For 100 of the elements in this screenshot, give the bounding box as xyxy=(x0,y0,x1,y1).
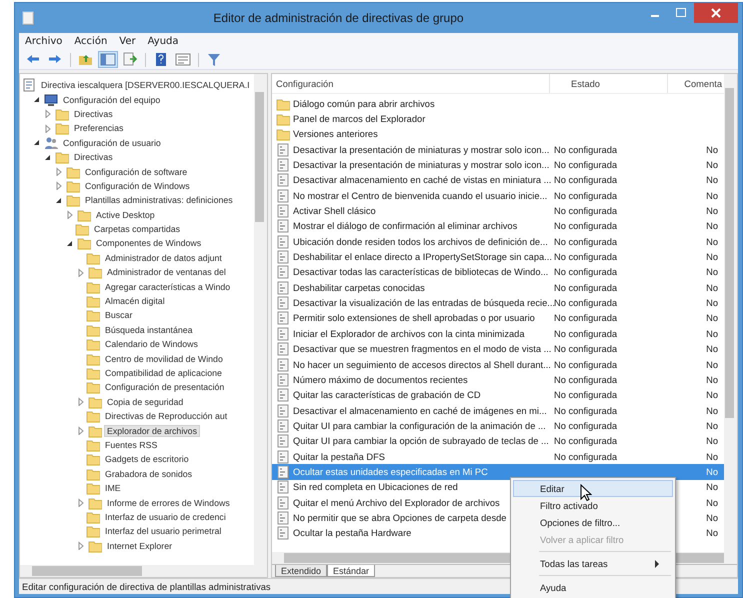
tree-item[interactable]: Active Desktop xyxy=(94,210,157,220)
folder-icon xyxy=(75,222,89,236)
setting-icon xyxy=(276,388,290,402)
setting-icon xyxy=(276,219,290,234)
tree-item[interactable]: Agregar características a Windo xyxy=(103,282,232,292)
table-cell: Quitar el menú Archivo del Explorador de archivos xyxy=(293,498,500,508)
expand-arrow-icon[interactable] xyxy=(76,498,85,508)
tree-item[interactable]: Gadgets de escritorio xyxy=(103,454,191,464)
tree-item[interactable]: Buscar xyxy=(103,310,134,320)
collapse-arrow-icon[interactable] xyxy=(32,95,41,104)
table-cell: No configurada xyxy=(554,267,618,278)
menu-item[interactable]: Todas las tareas xyxy=(513,555,673,572)
scrollbar[interactable] xyxy=(724,74,737,552)
collapse-arrow-icon[interactable] xyxy=(32,138,41,148)
table-cell: No configurada xyxy=(554,406,618,416)
tree-item[interactable]: Configuración de software xyxy=(83,166,190,177)
tree-item[interactable]: Explorador de archivos xyxy=(105,426,199,436)
expand-arrow-icon[interactable] xyxy=(43,124,52,133)
tree-item[interactable]: Configuración de usuario xyxy=(61,138,163,148)
tree-item[interactable]: Interfaz del usuario perimetral xyxy=(103,526,224,536)
scrollbar[interactable] xyxy=(20,565,267,577)
app-icon xyxy=(21,11,35,25)
tree-item[interactable]: Grabadora de sonidos xyxy=(103,468,194,479)
table-cell: No xyxy=(706,482,718,492)
expand-arrow-icon[interactable] xyxy=(76,268,85,277)
tree-item[interactable]: Directivas de Reproducción aut xyxy=(103,411,230,422)
collapse-arrow-icon[interactable] xyxy=(65,238,74,248)
setting-icon xyxy=(276,188,290,203)
table-cell: No configurada xyxy=(554,420,618,431)
menu-item[interactable]: Acción xyxy=(68,36,114,47)
tree-item[interactable]: Informe de errores de Windows xyxy=(105,498,232,508)
expand-arrow-icon[interactable] xyxy=(76,397,85,406)
tree-item[interactable]: IME xyxy=(103,483,123,494)
tree-item[interactable]: Almacén digital xyxy=(103,296,167,306)
view-tab[interactable]: Estándar xyxy=(327,565,376,577)
table-cell: No xyxy=(706,498,718,508)
table-cell: No xyxy=(706,406,718,416)
tree-item[interactable]: Copia de seguridad xyxy=(105,396,186,407)
table-cell: No configurada xyxy=(554,452,618,462)
menu-item[interactable]: Ver xyxy=(113,36,142,47)
tree-item[interactable]: Componentes de Windows xyxy=(94,238,204,248)
collapse-arrow-icon[interactable] xyxy=(54,196,63,205)
tree-item[interactable]: Compatibilidad de aplicacione xyxy=(103,368,224,378)
folder-icon xyxy=(77,236,91,250)
tree-item[interactable]: Administrador de ventanas del xyxy=(105,267,228,278)
menu-item[interactable]: Opciones de filtro... xyxy=(513,514,673,531)
table-cell: Iniciar el Explorador de archivos con la cinta minimizada xyxy=(293,328,524,339)
list-view-icon[interactable] xyxy=(173,51,193,68)
menu-item[interactable]: Ayuda xyxy=(142,36,185,47)
menu-item[interactable]: Filtro activado xyxy=(513,497,673,514)
setting-icon xyxy=(276,496,290,510)
view-tab[interactable]: Extendido xyxy=(275,565,328,577)
expand-arrow-icon[interactable] xyxy=(76,426,85,436)
setting-icon xyxy=(276,173,290,188)
table-cell: No permitir que se abra Opciones de carpeta desde xyxy=(293,512,506,523)
folder-icon xyxy=(86,294,100,308)
tree-item[interactable]: Centro de movilidad de Windo xyxy=(103,354,225,364)
table-cell: Permitir solo extensiones de shell aprobadas o por usuario xyxy=(293,313,535,324)
tree-item[interactable]: Configuración de Windows xyxy=(83,180,192,191)
tree-item[interactable]: Calendario de Windows xyxy=(103,339,200,350)
tree-item[interactable]: Preferencias xyxy=(72,123,126,134)
tree-item[interactable]: Internet Explorer xyxy=(105,540,174,551)
expand-arrow-icon[interactable] xyxy=(54,167,63,176)
expand-arrow-icon[interactable] xyxy=(54,181,63,190)
tree-item[interactable]: Configuración del equipo xyxy=(61,94,162,105)
expand-arrow-icon[interactable] xyxy=(65,210,74,220)
setting-icon xyxy=(276,464,290,479)
table-cell: No configurada xyxy=(554,236,618,247)
table-cell: Sin red completa en Ubicaciones de red xyxy=(293,482,458,492)
tree-item[interactable]: Búsqueda instantánea xyxy=(103,324,195,335)
table-cell: Ocultar la pestaña Hardware xyxy=(293,528,412,538)
column-header[interactable]: Comenta xyxy=(668,74,724,93)
tree-item[interactable]: Carpetas compartidas xyxy=(92,224,182,234)
scrollbar[interactable] xyxy=(254,74,267,565)
tree-pane-icon[interactable] xyxy=(98,51,118,68)
menu-item[interactable]: Archivo xyxy=(19,36,68,47)
tree-item[interactable]: Directivas xyxy=(72,152,115,162)
column-header[interactable]: Estado xyxy=(550,74,668,93)
column-header[interactable]: Configuración xyxy=(272,74,550,93)
expand-arrow-icon[interactable] xyxy=(43,109,52,118)
setting-icon xyxy=(276,265,290,280)
tree-item[interactable]: Directivas xyxy=(72,108,115,119)
setting-icon xyxy=(276,372,290,387)
tree-item[interactable]: Configuración de presentación xyxy=(103,382,226,392)
table-cell: No xyxy=(706,282,718,293)
setting-icon xyxy=(276,418,290,433)
tree-item[interactable]: Plantillas administrativas: definiciones xyxy=(83,195,235,206)
close-button[interactable] xyxy=(694,3,738,23)
table-cell: No configurada xyxy=(554,190,618,201)
menu-item[interactable]: Ayuda xyxy=(513,579,673,596)
tree-item[interactable]: Directiva iescalquera [DSERVER00.IESCALQUERA.I xyxy=(39,80,252,90)
expand-arrow-icon[interactable] xyxy=(76,541,85,550)
table-cell: No xyxy=(706,144,718,155)
tree-item[interactable]: Interfaz de usuario de credenci xyxy=(103,512,228,522)
tree-item[interactable]: Fuentes RSS xyxy=(103,440,160,450)
table-cell: No configurada xyxy=(554,144,618,155)
folder-icon xyxy=(66,164,80,179)
table-cell: No xyxy=(706,436,718,446)
collapse-arrow-icon[interactable] xyxy=(43,152,52,162)
tree-item[interactable]: Administrador de datos adjunt xyxy=(103,252,224,263)
